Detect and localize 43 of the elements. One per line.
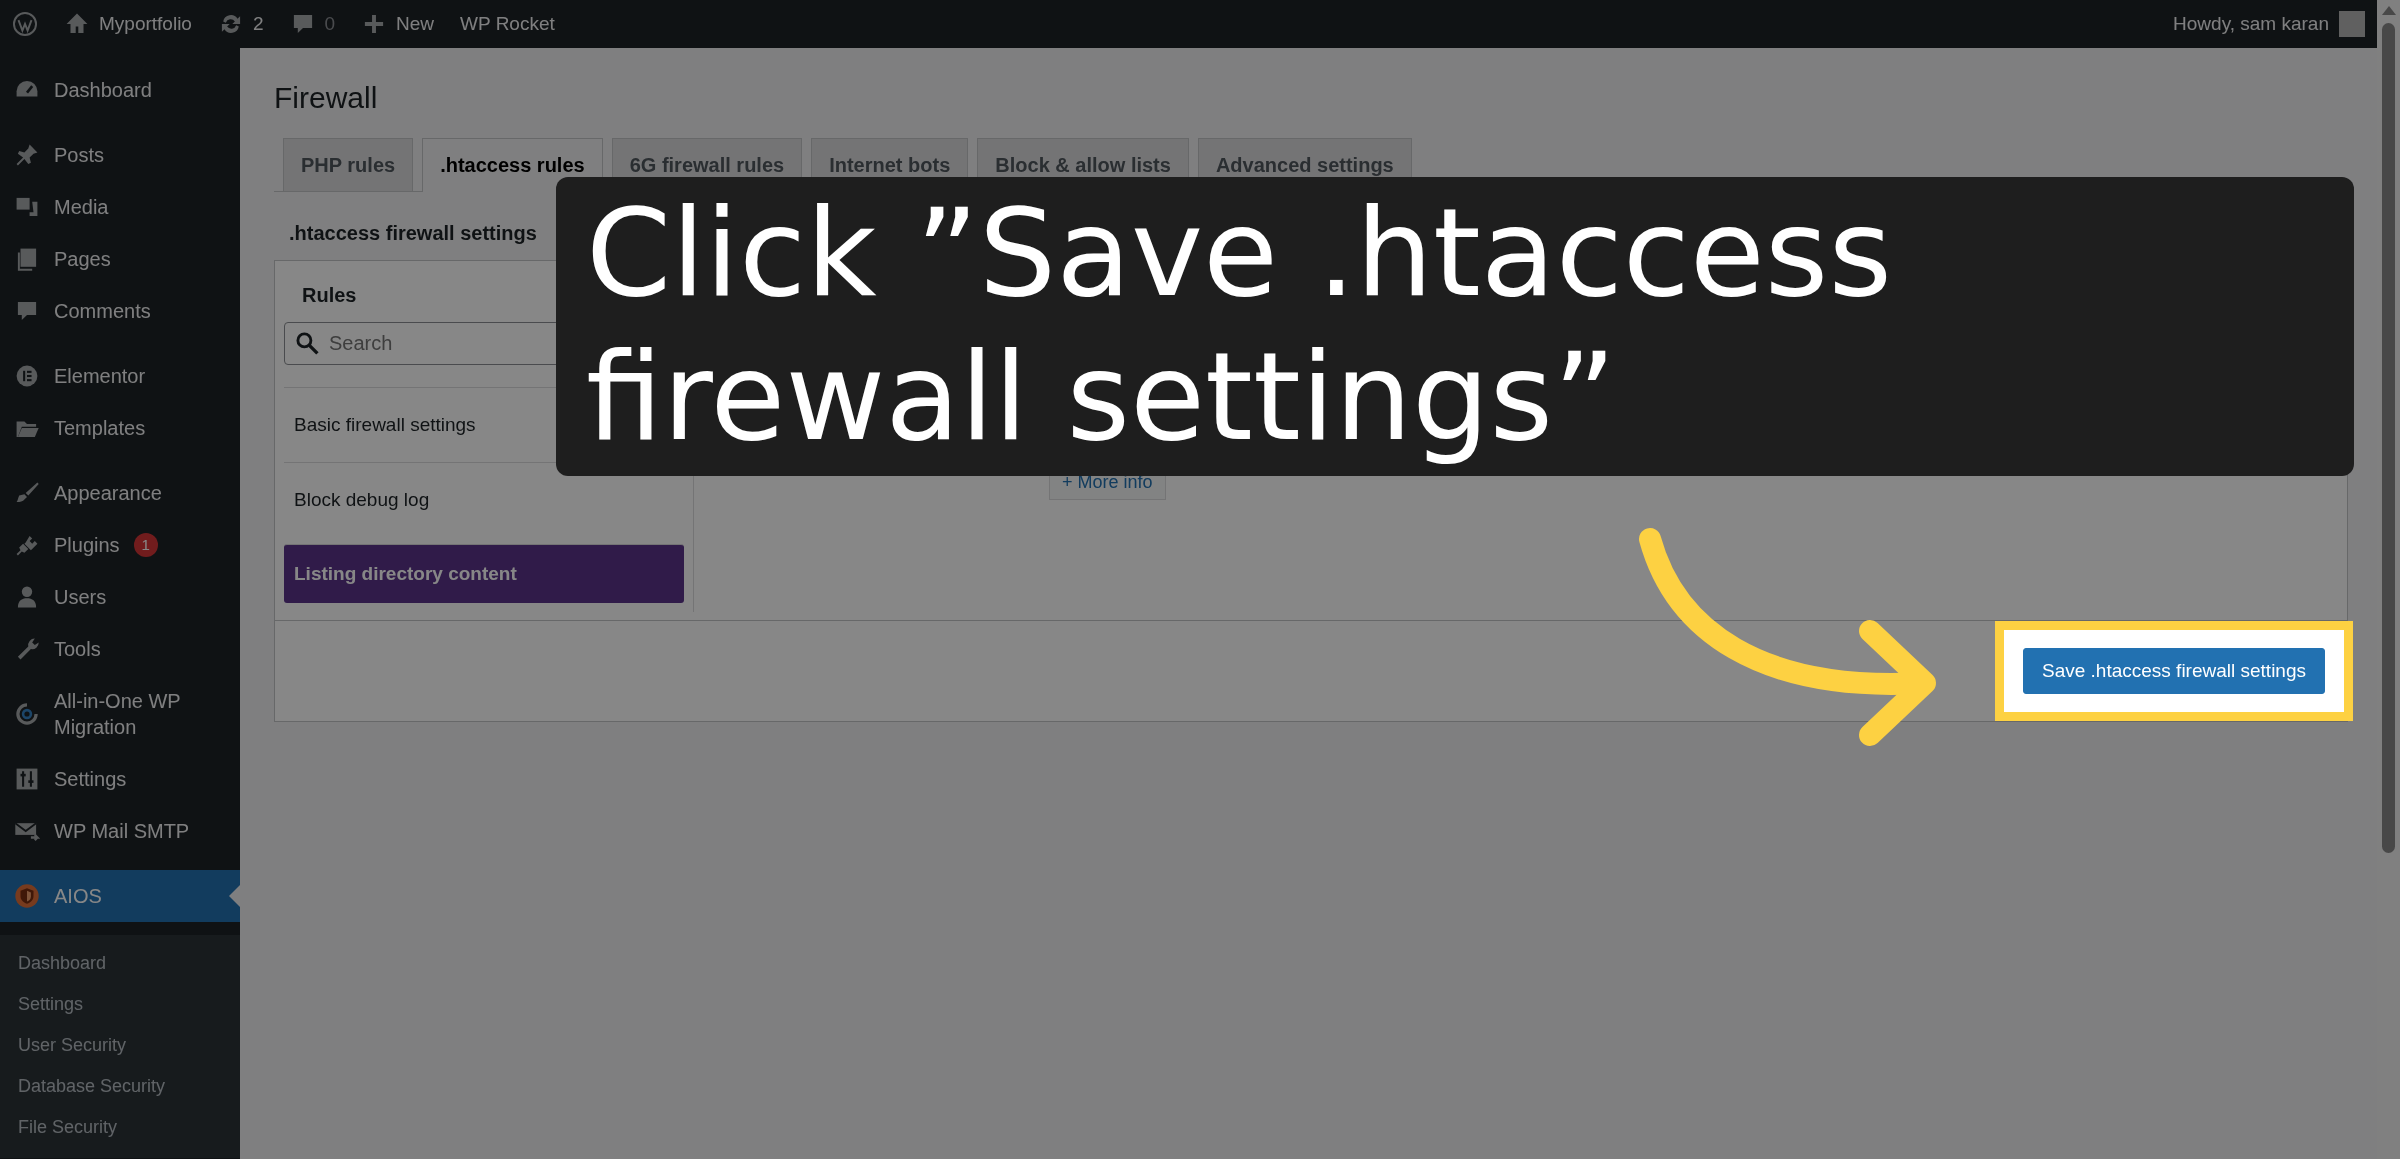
scrollbar-thumb[interactable] [2382, 23, 2395, 853]
greeting-link[interactable]: Howdy, sam karan [2173, 13, 2329, 35]
search-icon [294, 330, 320, 356]
tab[interactable]: PHP rules [283, 138, 414, 191]
sidebar-item[interactable]: Comments [0, 285, 240, 337]
scrollbar[interactable] [2377, 0, 2400, 1159]
submenu-item[interactable]: Database Security [0, 1066, 184, 1107]
submenu-item[interactable]: User Security [0, 1025, 145, 1066]
shield-icon [14, 883, 40, 909]
sidebar-item[interactable]: Media [0, 181, 240, 233]
submenu-item[interactable]: Settings [0, 984, 102, 1025]
sidebar-item[interactable]: Plugins 1 [0, 519, 240, 571]
page-title: Firewall [274, 80, 379, 116]
pin-icon [14, 142, 40, 168]
update-count[interactable]: 2 [252, 13, 264, 35]
rule-item[interactable]: Listing directory content [284, 544, 684, 603]
sidebar-item[interactable]: Elementor [0, 350, 240, 402]
count-badge: 1 [133, 533, 158, 557]
save-button[interactable]: Save .htaccess firewall settings [2023, 648, 2325, 694]
submenu-item[interactable]: File Security [0, 1107, 136, 1148]
sidebar-item[interactable]: Pages [0, 233, 240, 285]
sidebar-item[interactable]: Posts [0, 129, 240, 181]
sidebar-item[interactable]: Tools [0, 623, 240, 675]
new-link[interactable]: New [396, 13, 435, 35]
submenu-item[interactable]: Dashboard [0, 943, 125, 984]
sliders-icon [14, 766, 40, 792]
tab[interactable]: .htaccess rules [422, 138, 603, 192]
sidebar-item[interactable]: Settings [0, 753, 240, 805]
rules-heading: Rules [301, 283, 357, 308]
sidebar-item[interactable]: Users [0, 571, 240, 623]
section-heading: .htaccess firewall settings [288, 221, 537, 246]
sidebar-item[interactable]: Appearance [0, 467, 240, 519]
sidebar-item[interactable]: All-in-One WP Migration [0, 675, 240, 753]
wordpress-logo-icon [12, 11, 38, 37]
sidebar-item[interactable]: Templates [0, 402, 240, 454]
circular-arrow-icon [14, 701, 40, 727]
plugin-menu-link[interactable]: WP Rocket [460, 13, 555, 35]
sidebar-item[interactable]: AIOS [0, 870, 240, 922]
circle-logo-icon [14, 363, 40, 389]
sidebar-item[interactable]: WP Mail SMTP [0, 805, 240, 857]
scroll-up-icon[interactable] [2381, 6, 2396, 15]
site-name-link[interactable]: Myportfolio [99, 13, 192, 35]
sidebar-item[interactable]: Dashboard [0, 64, 240, 116]
